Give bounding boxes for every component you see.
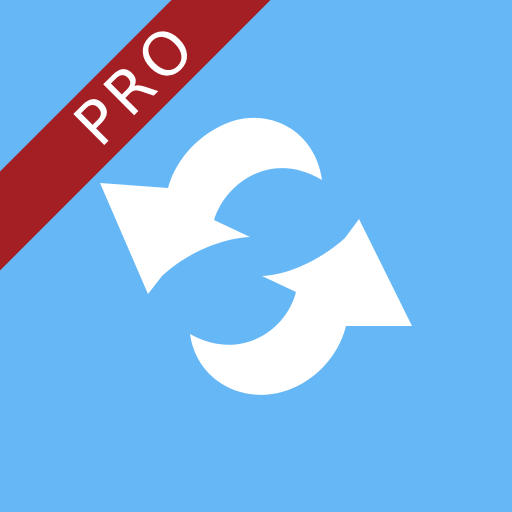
sync-icon: [100, 117, 412, 395]
lower-arrow-shape: [190, 219, 412, 395]
app-icon[interactable]: PRO: [0, 0, 512, 512]
upper-arrow-shape: [100, 117, 322, 294]
